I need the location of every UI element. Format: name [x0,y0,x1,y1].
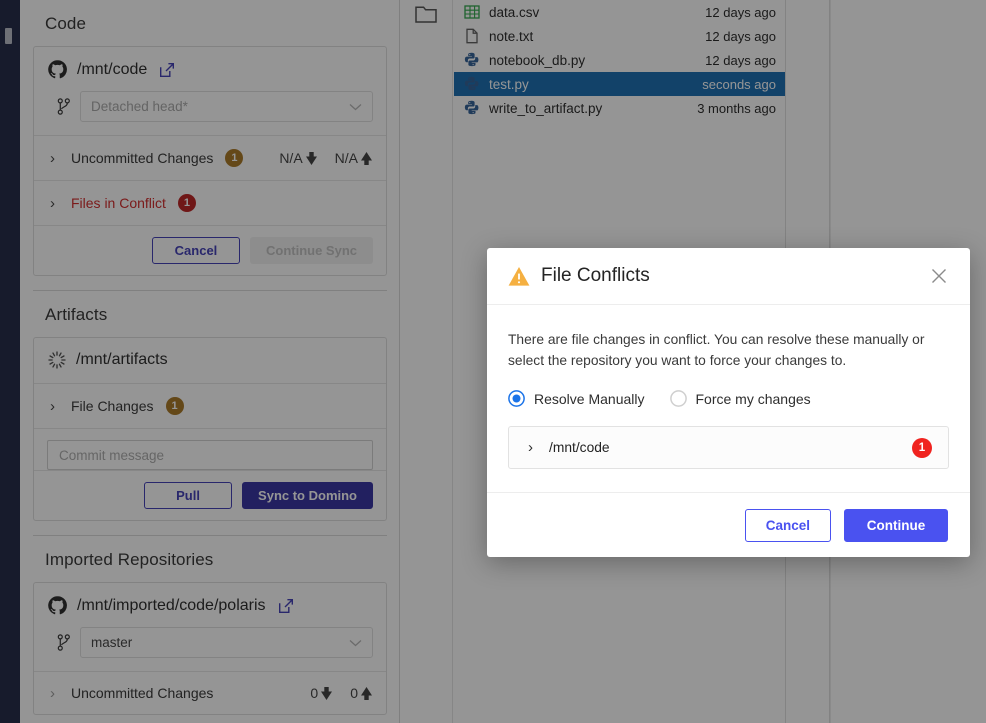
modal-continue-button[interactable]: Continue [844,508,948,542]
modal-footer: Cancel Continue [487,492,970,557]
conflict-repository-path: /mnt/code [549,440,610,455]
close-icon[interactable] [930,267,948,285]
resolution-options: Resolve Manually Force my changes [508,390,949,407]
radio-force-my-changes-label: Force my changes [695,390,811,407]
radio-selected-icon [508,390,525,407]
modal-cancel-button[interactable]: Cancel [744,508,831,542]
chevron-right-icon: › [528,439,533,456]
modal-body: There are file changes in conflict. You … [487,305,970,492]
screen: Code /mnt/code Detached head* › Uncommit… [0,0,986,723]
conflict-repository-row[interactable]: › /mnt/code 1 [508,426,949,469]
modal-title: File Conflicts [541,265,650,286]
radio-resolve-manually[interactable]: Resolve Manually [508,390,645,407]
radio-unselected-icon [669,390,687,407]
warning-triangle-icon [508,266,530,286]
radio-resolve-manually-label: Resolve Manually [534,390,645,407]
radio-force-my-changes[interactable]: Force my changes [669,390,811,407]
conflict-repository-badge: 1 [912,437,932,458]
modal-description: There are file changes in conflict. You … [508,332,925,368]
file-conflicts-modal: File Conflicts There are file changes in… [487,248,970,557]
modal-header: File Conflicts [487,248,970,305]
